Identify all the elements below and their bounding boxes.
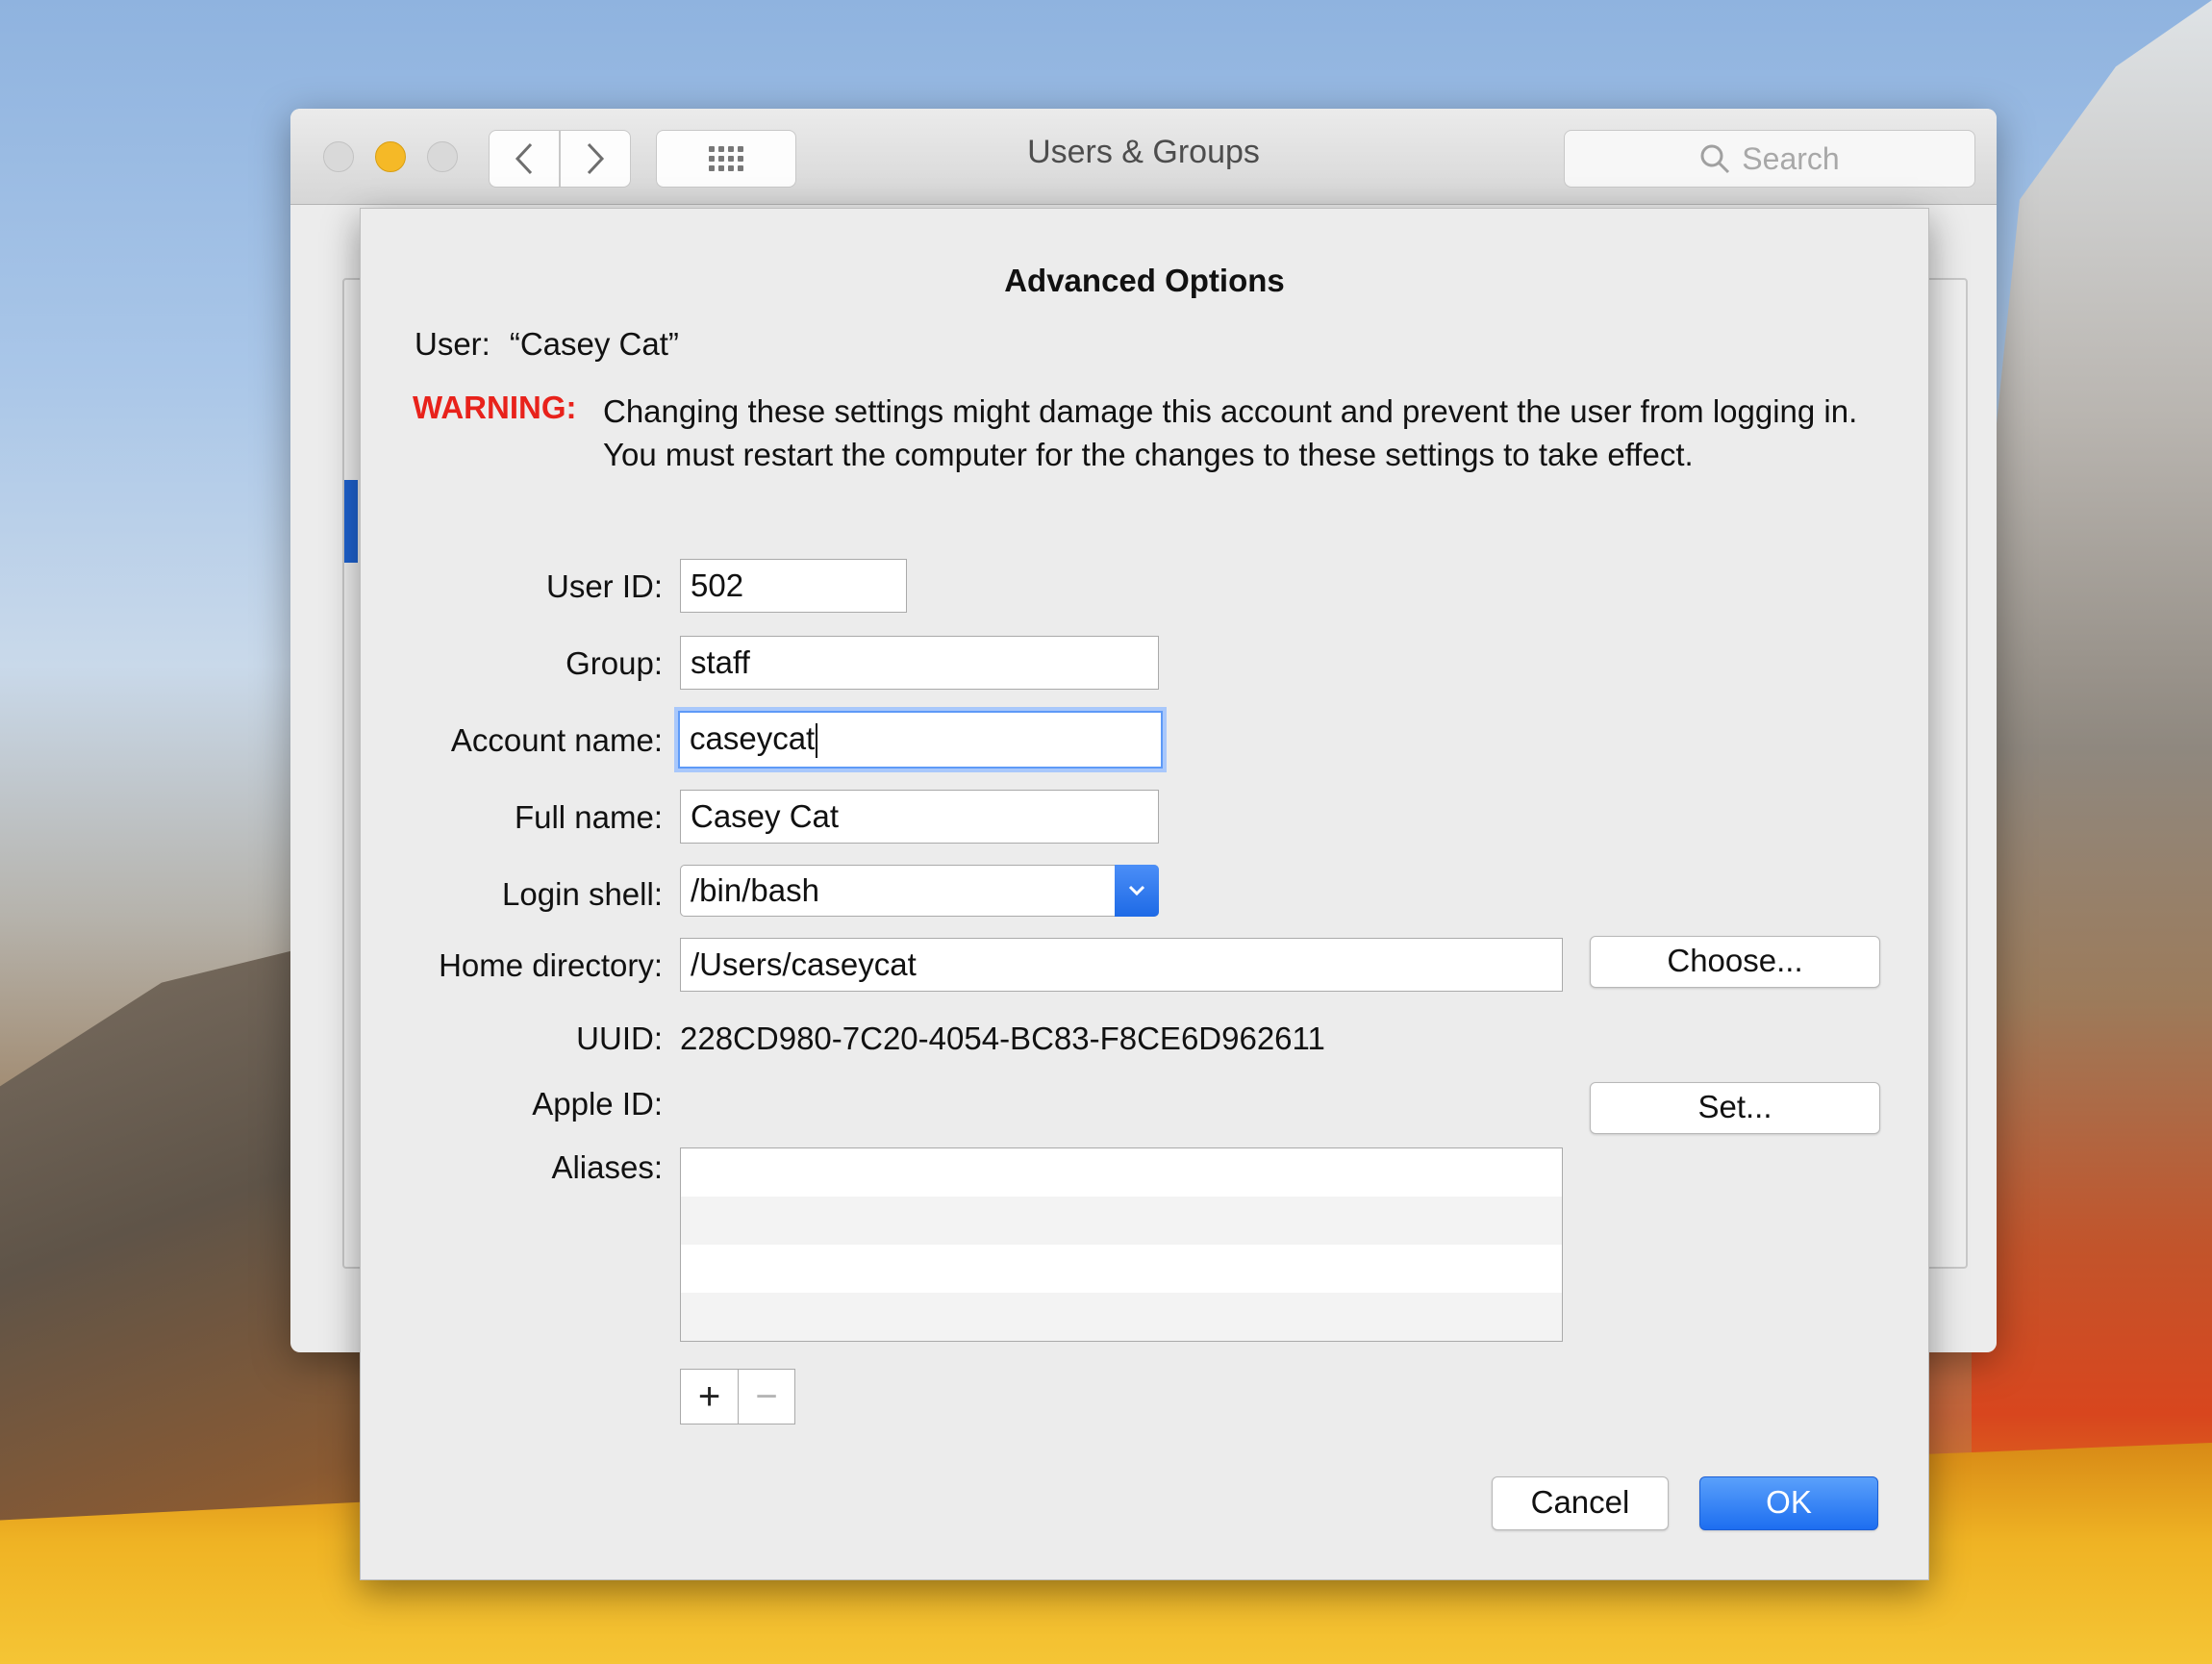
full-name-field[interactable]: Casey Cat bbox=[680, 790, 1159, 844]
ok-button[interactable]: OK bbox=[1699, 1476, 1878, 1530]
search-field[interactable]: Search bbox=[1564, 130, 1975, 188]
list-item[interactable] bbox=[681, 1148, 1562, 1197]
desktop-mountain-right bbox=[1972, 0, 2212, 1664]
chevron-down-icon bbox=[1128, 885, 1145, 896]
apple-id-label: Apple ID: bbox=[532, 1086, 663, 1122]
home-directory-field[interactable]: /Users/caseycat bbox=[680, 938, 1563, 992]
window-titlebar: Users & Groups Search bbox=[290, 109, 1997, 205]
magnifier-icon bbox=[1700, 144, 1730, 174]
text-cursor bbox=[816, 723, 818, 759]
alias-add-remove-control: + − bbox=[680, 1369, 795, 1424]
warning-text: Changing these settings might damage thi… bbox=[603, 393, 1858, 472]
account-name-value: caseycat bbox=[690, 720, 816, 756]
search-placeholder: Search bbox=[1742, 140, 1840, 176]
uuid-value: 228CD980-7C20-4054-BC83-F8CE6D962611 bbox=[680, 1021, 1325, 1056]
popup-arrow bbox=[1115, 865, 1159, 917]
home-directory-label: Home directory: bbox=[439, 947, 663, 983]
remove-alias-button[interactable]: − bbox=[737, 1370, 794, 1424]
uuid-label: UUID: bbox=[576, 1021, 663, 1056]
user-label: User: bbox=[415, 326, 490, 362]
user-id-label: User ID: bbox=[545, 568, 663, 604]
advanced-options-sheet: Advanced Options User: “Casey Cat” WARNIN… bbox=[360, 208, 1929, 1580]
login-shell-value: /bin/bash bbox=[691, 872, 819, 908]
list-item[interactable] bbox=[681, 1293, 1562, 1341]
aliases-list[interactable] bbox=[680, 1147, 1563, 1342]
aliases-label: Aliases: bbox=[551, 1149, 663, 1185]
login-shell-popup[interactable]: /bin/bash bbox=[680, 865, 1159, 917]
sheet-title: Advanced Options bbox=[1004, 263, 1285, 298]
selected-user-indicator bbox=[344, 480, 358, 563]
user-value: “Casey Cat” bbox=[509, 326, 679, 362]
cancel-button[interactable]: Cancel bbox=[1492, 1476, 1669, 1530]
choose-button[interactable]: Choose... bbox=[1590, 936, 1880, 988]
group-label: Group: bbox=[566, 645, 663, 681]
user-row: User: “Casey Cat” bbox=[415, 326, 679, 363]
list-item[interactable] bbox=[681, 1245, 1562, 1293]
warning-label: WARNING: bbox=[413, 390, 577, 425]
account-name-field[interactable]: caseycat bbox=[678, 711, 1163, 769]
full-name-label: Full name: bbox=[514, 799, 663, 835]
account-name-label: Account name: bbox=[450, 722, 663, 758]
group-field[interactable]: staff bbox=[680, 636, 1159, 690]
set-apple-id-button[interactable]: Set... bbox=[1590, 1082, 1880, 1134]
login-shell-label: Login shell: bbox=[502, 876, 663, 912]
list-item[interactable] bbox=[681, 1197, 1562, 1245]
user-id-field[interactable]: 502 bbox=[680, 559, 907, 613]
add-alias-button[interactable]: + bbox=[681, 1370, 738, 1424]
